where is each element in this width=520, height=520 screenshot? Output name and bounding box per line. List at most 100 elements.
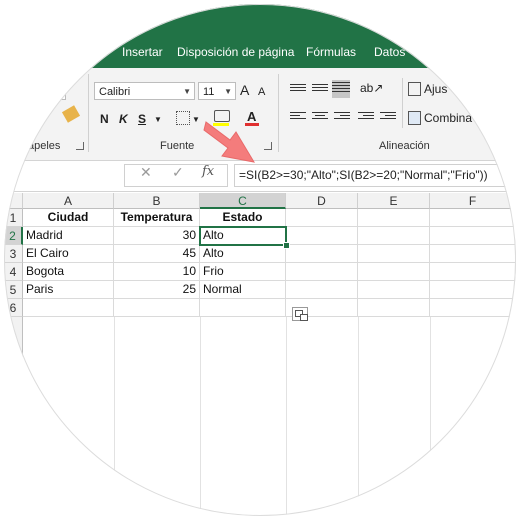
tab-datos[interactable]: Datos [374,45,405,59]
wrap-text-icon[interactable] [408,82,421,96]
font-name-value: Calibri [99,86,131,98]
gridline [286,317,287,516]
cell-c4[interactable]: Frio [200,263,286,281]
align-right-icon[interactable] [334,110,350,124]
cell-c5[interactable]: Normal [200,281,286,299]
cell-f4[interactable] [430,263,516,281]
cell-d4[interactable] [286,263,358,281]
cell-b4[interactable]: 10 [114,263,200,281]
cell-b5[interactable]: 25 [114,281,200,299]
font-name-select[interactable]: Calibri ▼ [94,82,195,100]
underline-button[interactable]: S [138,111,146,127]
group-label-clipboard: apeles [28,140,61,152]
cell-f3[interactable] [430,245,516,263]
cell-d2[interactable] [286,227,358,245]
cell-c3[interactable]: Alto [200,245,286,263]
group-label-font: Fuente [160,140,195,152]
excel-window: Insertar Disposición de página Fórmulas … [4,4,516,516]
formula-input[interactable]: =SI(B2>=30;"Alto";SI(B2>=20;"Normal";"Fr… [234,164,516,187]
group-divider [402,78,403,128]
cell-e1[interactable] [358,209,430,227]
borders-icon[interactable] [176,111,190,125]
italic-button[interactable]: K [119,111,128,127]
format-painter-icon[interactable] [61,105,81,123]
wrap-text-label[interactable]: Ajus [424,81,447,97]
orientation-icon[interactable]: ab↗ [360,80,383,96]
cell-e3[interactable] [358,245,430,263]
cell-d1[interactable] [286,209,358,227]
gridline [358,317,359,516]
column-header-d[interactable]: D [286,193,358,209]
row-header-4[interactable]: 4 [4,263,23,281]
merge-label[interactable]: Combina [424,110,472,126]
cell-e6[interactable] [358,299,430,317]
font-size-select[interactable]: 11 ▼ [198,82,236,100]
cell-c6[interactable] [200,299,286,317]
cell-a1[interactable]: Ciudad [23,209,114,227]
row-header-5[interactable]: 5 [4,281,23,299]
chevron-down-icon: ▼ [224,87,232,96]
cell-d3[interactable] [286,245,358,263]
cell-f5[interactable] [430,281,516,299]
gridline [200,317,201,516]
align-middle-icon[interactable] [312,82,328,96]
confirm-icon[interactable]: ✓ [172,164,184,181]
decrease-indent-icon[interactable] [358,110,374,124]
column-header-f[interactable]: F [430,193,516,209]
chevron-down-icon: ▼ [183,87,191,96]
bold-button[interactable]: N [100,111,109,127]
tab-disposicion-de-pagina[interactable]: Disposición de página [177,45,294,59]
column-header-e[interactable]: E [358,193,430,209]
column-header-a[interactable]: A [23,193,114,209]
align-center-icon[interactable] [312,110,328,124]
row-header-2[interactable]: 2 [4,227,23,245]
cell-e4[interactable] [358,263,430,281]
chevron-down-icon[interactable]: ▼ [154,112,162,128]
cell-a4[interactable]: Bogota [23,263,114,281]
paste-options-icon[interactable] [292,307,308,321]
clipboard-launcher-icon[interactable] [76,142,84,150]
copy-icon[interactable] [44,76,66,100]
select-all-corner[interactable] [4,193,23,209]
font-launcher-icon[interactable] [264,142,272,150]
chevron-down-icon[interactable]: ▼ [192,112,200,128]
group-label-alignment: Alineación [379,140,430,152]
cell-a5[interactable]: Paris [23,281,114,299]
row-header-1[interactable]: 1 [4,209,23,227]
cell-d5[interactable] [286,281,358,299]
cell-e5[interactable] [358,281,430,299]
ribbon-tab-bar: Insertar Disposición de página Fórmulas … [4,4,516,68]
cancel-icon[interactable]: ✕ [140,164,152,181]
cell-f1[interactable] [430,209,516,227]
decrease-font-icon[interactable]: A [258,84,265,100]
font-size-value: 11 [203,86,215,98]
merge-icon[interactable] [408,111,421,125]
column-header-b[interactable]: B [114,193,200,209]
annotation-arrow-icon [203,121,256,163]
cell-c1[interactable]: Estado [200,209,286,227]
tab-insertar[interactable]: Insertar [122,45,163,59]
increase-font-icon[interactable]: A [240,82,249,98]
cell-a2[interactable]: Madrid [23,227,114,245]
column-header-c[interactable]: C [200,193,286,209]
cell-b6[interactable] [114,299,200,317]
align-left-icon[interactable] [290,110,306,124]
tab-formulas[interactable]: Fórmulas [306,45,356,59]
cell-f2[interactable] [430,227,516,245]
align-bottom-icon[interactable] [332,80,350,98]
gridline [430,317,431,516]
row-header-6[interactable]: 6 [4,299,23,317]
increase-indent-icon[interactable] [380,110,396,124]
cell-b3[interactable]: 45 [114,245,200,263]
cell-a6[interactable] [23,299,114,317]
fill-handle[interactable] [283,242,290,249]
cell-e2[interactable] [358,227,430,245]
row-header-3[interactable]: 3 [4,245,23,263]
cell-b1[interactable]: Temperatura [114,209,200,227]
cell-f6[interactable] [430,299,516,317]
group-divider [88,74,89,152]
cell-b2[interactable]: 30 [114,227,200,245]
cell-a3[interactable]: El Cairo [23,245,114,263]
align-top-icon[interactable] [290,82,306,96]
group-divider [278,74,279,152]
